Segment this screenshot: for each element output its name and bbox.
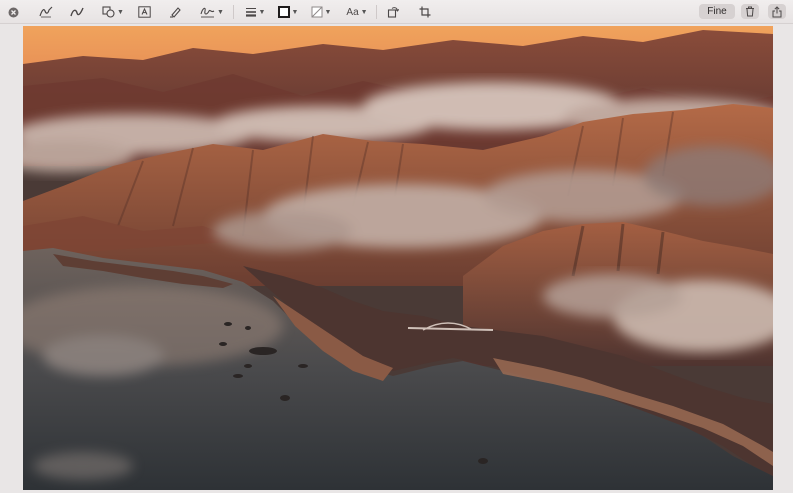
document-image[interactable] (23, 26, 773, 490)
toolbar-divider (233, 5, 234, 19)
text-style-icon: Aa (346, 6, 359, 18)
delete-button[interactable] (741, 4, 759, 19)
share-icon (772, 5, 782, 17)
rotate-button[interactable] (386, 3, 400, 21)
border-color-icon (277, 6, 290, 18)
line-style-menu[interactable]: ▼ (243, 3, 267, 21)
text-box-button[interactable] (137, 3, 151, 21)
close-button[interactable] (6, 3, 20, 21)
chevron-down-icon: ▼ (117, 8, 124, 16)
border-color-menu[interactable]: ▼ (276, 3, 300, 21)
sketch-icon (39, 6, 53, 18)
fill-color-menu[interactable]: ▼ (309, 3, 333, 21)
done-button[interactable]: Fine (699, 4, 735, 19)
highlight-icon (169, 7, 181, 18)
fill-color-icon (311, 6, 323, 18)
share-button[interactable] (768, 4, 786, 19)
toolbar-divider (376, 5, 377, 19)
sketch-button[interactable] (38, 3, 54, 21)
crop-button[interactable] (418, 3, 432, 21)
draw-button[interactable] (69, 3, 85, 21)
chevron-down-icon: ▼ (217, 8, 224, 16)
text-box-icon (137, 6, 151, 18)
trash-icon (746, 6, 754, 17)
line-style-icon (245, 8, 256, 17)
markup-toolbar: ▼ ▼ ▼ ▼ ▼ Aa ▼ Fine (0, 0, 793, 24)
signature-icon (200, 7, 215, 18)
chevron-down-icon: ▼ (291, 8, 299, 16)
landscape-photo (23, 26, 773, 490)
chevron-down-icon: ▼ (360, 8, 368, 16)
shapes-icon (102, 6, 115, 18)
text-style-menu[interactable]: Aa ▼ (344, 3, 370, 21)
rotate-icon (387, 7, 399, 18)
signature-menu[interactable]: ▼ (199, 3, 225, 21)
draw-icon (70, 7, 84, 17)
highlight-button[interactable] (168, 3, 182, 21)
crop-icon (419, 6, 431, 18)
chevron-down-icon: ▼ (258, 8, 266, 16)
close-icon (8, 7, 18, 17)
shapes-menu[interactable]: ▼ (101, 3, 125, 21)
chevron-down-icon: ▼ (324, 8, 332, 16)
